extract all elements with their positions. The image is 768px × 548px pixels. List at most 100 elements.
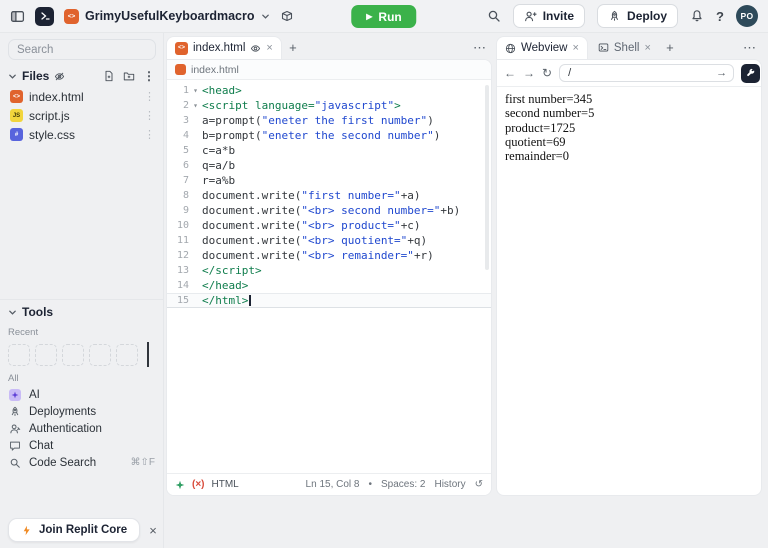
code-line[interactable]: 3 a=prompt("eneter the first number") [167, 113, 491, 128]
reload-icon[interactable]: ↻ [542, 66, 552, 80]
tab-index-html[interactable]: <> index.html × [166, 36, 282, 59]
go-arrow-icon[interactable]: → [716, 67, 727, 79]
hidden-files-icon[interactable] [54, 71, 65, 82]
tools-collapse-chevron-icon[interactable] [8, 308, 17, 317]
tab-close-icon[interactable]: × [644, 42, 650, 54]
new-folder-icon[interactable] [123, 70, 135, 82]
fold-arrow-icon[interactable]: ▾ [189, 83, 202, 98]
tool-item-chat[interactable]: Chat [0, 437, 163, 454]
tab-close-icon[interactable]: × [572, 42, 578, 54]
code-line[interactable]: 11 document.write("<br> quotient="+q) [167, 233, 491, 248]
files-menu-kebab-icon[interactable]: ⋮ [143, 69, 155, 83]
code-line[interactable]: 2 ▾ <script language="javascript"> [167, 98, 491, 113]
code-line[interactable]: 13 </script> [167, 263, 491, 278]
webview-pane: Webview × Shell × + ⋯ ← → ↻ → [496, 36, 762, 496]
chat-icon [8, 440, 22, 452]
avatar[interactable]: PO [736, 5, 758, 27]
recent-placeholder [116, 343, 138, 366]
code-line[interactable]: 9 document.write("<br> second number="+b) [167, 203, 491, 218]
files-label: Files [22, 69, 50, 83]
line-number: 2 [182, 100, 189, 111]
join-replit-core-button[interactable]: Join Replit Core [8, 518, 141, 542]
tab-label: Webview [521, 42, 568, 54]
authentication-icon [8, 423, 22, 435]
join-close-icon[interactable]: × [149, 523, 157, 538]
file-row-script-js[interactable]: JS script.js ⋮ [0, 106, 163, 125]
sidebar-resize-handle[interactable] [160, 36, 166, 496]
search-icon[interactable] [487, 9, 501, 23]
editor-tab-options-icon[interactable]: ⋯ [473, 40, 492, 56]
file-menu-kebab-icon[interactable]: ⋮ [144, 109, 155, 122]
spaces-indicator[interactable]: Spaces: 2 [381, 479, 425, 490]
replit-logo[interactable] [35, 6, 54, 26]
cursor-position[interactable]: Ln 15, Col 8 [306, 479, 360, 490]
code-line[interactable]: 12 document.write("<br> remainder="+r) [167, 248, 491, 263]
new-file-icon[interactable] [103, 70, 115, 82]
recent-placeholder [35, 343, 57, 366]
code-line[interactable]: 1 ▾ <head> [167, 83, 491, 98]
pane-resize-handle[interactable] [492, 36, 496, 496]
search-input[interactable] [8, 39, 156, 60]
breadcrumb[interactable]: index.html [167, 60, 491, 80]
file-menu-kebab-icon[interactable]: ⋮ [144, 90, 155, 103]
code-editor[interactable]: 1 ▾ <head> 2 ▾ <script language="javascript">… [167, 80, 491, 473]
code-text: document.write("first number="+a) [202, 189, 421, 202]
invite-button[interactable]: Invite [512, 4, 586, 28]
editor-scrollbar[interactable] [485, 85, 489, 270]
code-line[interactable]: 6 q=a/b [167, 158, 491, 173]
preview-eye-icon[interactable] [250, 43, 261, 54]
back-icon[interactable]: ← [504, 66, 516, 80]
join-label: Join Replit Core [39, 524, 128, 536]
output-line: quotient=69 [505, 134, 566, 149]
repl-title: GrimyUsefulKeyboardmacro [85, 9, 255, 23]
files-section-header: Files ⋮ [0, 64, 163, 87]
tab-webview[interactable]: Webview × [496, 36, 588, 59]
url-input[interactable] [566, 66, 713, 80]
code-line[interactable]: 5 c=a*b [167, 143, 491, 158]
code-line[interactable]: 7 r=a%b [167, 173, 491, 188]
history-label[interactable]: History [434, 479, 465, 490]
tool-item-authentication[interactable]: Authentication [0, 420, 163, 437]
forward-icon[interactable]: → [523, 66, 535, 80]
run-button[interactable]: ▶ Run [351, 5, 417, 28]
new-tab-button[interactable]: + [284, 40, 302, 55]
deploy-button[interactable]: Deploy [597, 4, 679, 28]
editor-body: index.html 1 ▾ <head> 2 ▾ <script language="j… [166, 59, 492, 496]
file-row-style-css[interactable]: # style.css ⋮ [0, 125, 163, 144]
url-bar[interactable]: → [559, 64, 735, 82]
tool-item-deployments[interactable]: Deployments [0, 403, 163, 420]
file-menu-kebab-icon[interactable]: ⋮ [144, 128, 155, 141]
tab-shell[interactable]: Shell × [590, 36, 659, 59]
code-text: b=prompt("eneter the second number") [202, 129, 441, 142]
editor-status-bar: (×) HTML Ln 15, Col 8 • Spaces: 2 Histor… [167, 473, 491, 495]
code-text: r=a%b [202, 174, 236, 187]
fold-arrow-icon[interactable]: ▾ [189, 98, 202, 113]
devtools-button[interactable] [741, 63, 761, 83]
line-number: 15 [176, 295, 189, 306]
tool-item-ai[interactable]: AI [0, 386, 163, 403]
file-row-index-html[interactable]: <> index.html ⋮ [0, 87, 163, 106]
code-line[interactable]: 14 </head> [167, 278, 491, 293]
code-line[interactable]: 10 document.write("<br> product="+c) [167, 218, 491, 233]
status-ai-icon[interactable] [175, 480, 185, 490]
code-text: <head> [202, 84, 242, 97]
line-number: 8 [182, 190, 189, 201]
recent-placeholder [62, 343, 84, 366]
sidebar-toggle-icon[interactable] [10, 9, 25, 24]
code-line[interactable]: 4 b=prompt("eneter the second number") [167, 128, 491, 143]
package-icon[interactable] [280, 9, 294, 23]
code-line[interactable]: 15 </html> [167, 293, 491, 308]
code-text: c=a*b [202, 144, 236, 157]
tool-item-code-search[interactable]: Code Search ⌘⇧F [0, 454, 163, 471]
editor-pane: <> index.html × + ⋯ index.html 1 ▾ <head> 2… [166, 36, 492, 496]
history-icon[interactable]: ↺ [475, 479, 483, 490]
code-line[interactable]: 8 document.write("first number="+a) [167, 188, 491, 203]
tools-label: Tools [22, 305, 54, 319]
repl-title-menu[interactable]: <> GrimyUsefulKeyboardmacro [64, 8, 270, 24]
notifications-bell-icon[interactable] [690, 9, 704, 23]
webview-tab-options-icon[interactable]: ⋯ [743, 40, 762, 56]
new-tab-button[interactable]: + [661, 40, 679, 55]
files-collapse-chevron-icon[interactable] [8, 72, 17, 81]
tab-close-icon[interactable]: × [266, 42, 272, 54]
help-icon[interactable]: ? [716, 9, 724, 24]
